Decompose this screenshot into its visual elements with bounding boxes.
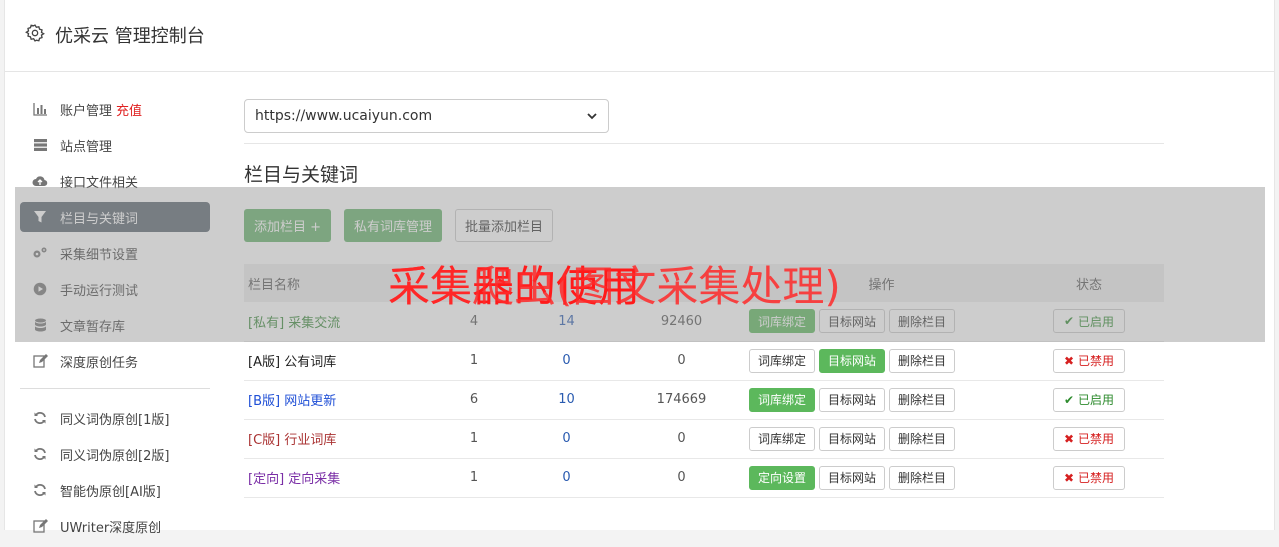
sidebar-item-account[interactable]: 账户管理 充值 xyxy=(20,94,210,124)
count-cell: 1 xyxy=(429,458,519,498)
sidebar-item-deep-original[interactable]: 深度原创任务 xyxy=(20,346,210,376)
refresh-icon xyxy=(32,446,48,462)
status-label: 已启用 xyxy=(1077,393,1114,407)
close-icon: ✖ xyxy=(1064,431,1075,446)
column-name-cell[interactable]: [定向] 定向采集 xyxy=(244,458,429,498)
header: 优采云 管理控制台 xyxy=(5,0,1274,72)
status-toggle[interactable]: ✖ 已禁用 xyxy=(1053,465,1125,490)
refresh-icon xyxy=(32,482,48,498)
divider xyxy=(244,143,1164,144)
sidebar-item-label: 深度原创任务 xyxy=(60,355,139,371)
bind-library-button[interactable]: 词库绑定 xyxy=(749,426,816,451)
bind-library-button[interactable]: 词库绑定 xyxy=(749,348,816,373)
bind-library-button[interactable]: 词库绑定 xyxy=(749,387,816,412)
sidebar-divider xyxy=(20,388,210,389)
close-icon: ✖ xyxy=(1064,353,1075,368)
page-title: 优采云 管理控制台 xyxy=(55,26,205,47)
directed-settings-button[interactable]: 定向设置 xyxy=(749,465,816,490)
sidebar-item-label: 智能伪原创[AI版] xyxy=(60,484,161,500)
status-toggle[interactable]: ✖ 已禁用 xyxy=(1053,426,1125,451)
column-name-cell[interactable]: [A版] 公有词库 xyxy=(244,341,429,381)
count-cell: 0 xyxy=(614,419,749,459)
row-actions: 词库绑定 目标网站 删除栏目 xyxy=(749,387,1014,412)
sidebar-item-label: 同义词伪原创[2版] xyxy=(60,448,170,464)
column-tag: [C版] xyxy=(248,433,281,448)
section-title: 栏目与关键词 xyxy=(244,164,359,186)
sidebar-item-label: 站点管理 xyxy=(60,139,113,155)
table-row: [A版] 公有词库 1 0 0 词库绑定 目标网站 删除栏目 ✖ 已禁用 xyxy=(244,341,1164,381)
column-name-cell[interactable]: [C版] 行业词库 xyxy=(244,419,429,459)
status-label: 已禁用 xyxy=(1077,354,1114,368)
column-name-cell[interactable]: [B版] 网站更新 xyxy=(244,380,429,420)
check-icon: ✔ xyxy=(1064,392,1075,407)
delete-column-button[interactable]: 删除栏目 xyxy=(889,348,956,373)
overlay-text-secondary: 采集爬虫(图文采集处理) xyxy=(388,262,841,311)
sidebar-item-synonym-v2[interactable]: 同义词伪原创[2版] xyxy=(20,439,210,469)
table-row: [定向] 定向采集 1 0 0 定向设置 目标网站 删除栏目 ✖ 已禁用 xyxy=(244,458,1164,498)
gear-icon xyxy=(25,24,45,42)
server-icon xyxy=(32,137,48,153)
sidebar-item-uwriter[interactable]: UWriter深度原创 xyxy=(20,511,210,541)
close-icon: ✖ xyxy=(1064,470,1075,485)
recharge-link[interactable]: 充值 xyxy=(116,100,142,119)
sidebar-item-sites[interactable]: 站点管理 xyxy=(20,130,210,160)
edit-icon xyxy=(32,353,48,369)
site-select[interactable]: https://www.ucaiyun.com xyxy=(244,99,609,133)
column-name: 公有词库 xyxy=(284,355,337,370)
sidebar-item-label: 账户管理 xyxy=(60,103,113,119)
chevron-down-icon xyxy=(587,113,597,120)
count-cell[interactable]: 0 xyxy=(519,419,614,459)
column-name: 定向采集 xyxy=(288,472,341,487)
target-site-button[interactable]: 目标网站 xyxy=(819,348,886,373)
count-cell[interactable]: 0 xyxy=(519,458,614,498)
count-cell: 0 xyxy=(614,341,749,381)
table-row: [C版] 行业词库 1 0 0 词库绑定 目标网站 删除栏目 ✖ 已禁用 xyxy=(244,419,1164,459)
count-cell: 174669 xyxy=(614,380,749,420)
refresh-icon xyxy=(32,410,48,426)
row-actions: 定向设置 目标网站 删除栏目 xyxy=(749,465,1014,490)
column-tag: [B版] xyxy=(248,394,281,409)
site-select-value: https://www.ucaiyun.com xyxy=(255,108,433,124)
row-actions: 词库绑定 目标网站 删除栏目 xyxy=(749,426,1014,451)
count-cell: 0 xyxy=(614,458,749,498)
target-site-button[interactable]: 目标网站 xyxy=(819,387,886,412)
sidebar-item-label: 同义词伪原创[1版] xyxy=(60,412,170,428)
overlay-caption: 采集器的使用 采集爬虫(图文采集处理) xyxy=(388,262,841,312)
count-cell[interactable]: 10 xyxy=(519,380,614,420)
status-label: 已禁用 xyxy=(1077,471,1114,485)
edit-icon xyxy=(32,518,48,534)
target-site-button[interactable]: 目标网站 xyxy=(819,465,886,490)
table-row: [B版] 网站更新 6 10 174669 词库绑定 目标网站 删除栏目 ✔ 已… xyxy=(244,380,1164,420)
column-name: 网站更新 xyxy=(284,394,337,409)
status-label: 已禁用 xyxy=(1077,432,1114,446)
delete-column-button[interactable]: 删除栏目 xyxy=(889,426,956,451)
column-tag: [A版] xyxy=(248,355,281,370)
sidebar-item-synonym-v1[interactable]: 同义词伪原创[1版] xyxy=(20,403,210,433)
sidebar-item-ai-rewrite[interactable]: 智能伪原创[AI版] xyxy=(20,475,210,505)
count-cell[interactable]: 0 xyxy=(519,341,614,381)
count-cell: 1 xyxy=(429,419,519,459)
status-toggle[interactable]: ✔ 已启用 xyxy=(1053,387,1125,412)
row-actions: 词库绑定 目标网站 删除栏目 xyxy=(749,348,1014,373)
sidebar-item-label: UWriter深度原创 xyxy=(60,520,162,536)
status-toggle[interactable]: ✖ 已禁用 xyxy=(1053,348,1125,373)
delete-column-button[interactable]: 删除栏目 xyxy=(889,387,956,412)
column-tag: [定向] xyxy=(248,472,285,487)
count-cell: 6 xyxy=(429,380,519,420)
target-site-button[interactable]: 目标网站 xyxy=(819,426,886,451)
bar-chart-icon xyxy=(32,101,48,117)
delete-column-button[interactable]: 删除栏目 xyxy=(889,465,956,490)
count-cell: 1 xyxy=(429,341,519,381)
column-name: 行业词库 xyxy=(284,433,337,448)
